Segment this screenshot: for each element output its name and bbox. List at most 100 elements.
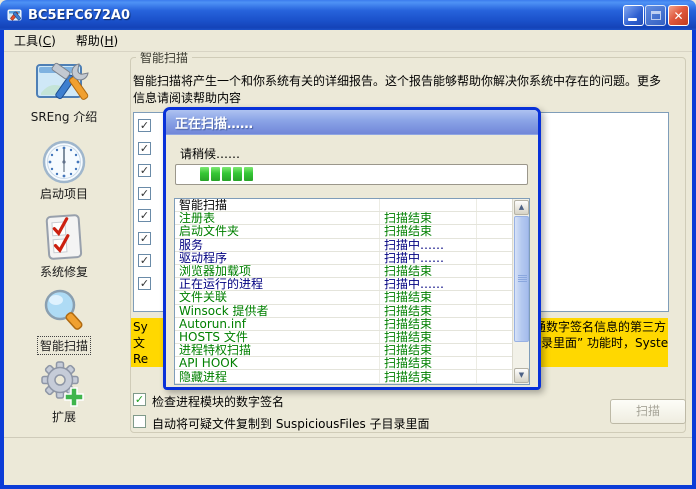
scan-item-name: HOSTS 文件 [179, 330, 248, 343]
scan-option-checkbox[interactable]: ✓ [138, 209, 151, 222]
scan-item-status: 扫描结束 [379, 291, 476, 304]
scan-row[interactable]: 浏览器加载项 扫描结束 [175, 264, 512, 279]
scan-button[interactable]: 扫描 [610, 399, 686, 424]
scan-option-checkbox[interactable]: ✓ [138, 119, 151, 132]
scan-item-name: 智能扫描 [179, 199, 228, 212]
scan-item-name: 注册表 [179, 212, 216, 225]
scan-item-extra-cell [476, 344, 512, 357]
sidebar-label-sreng-intro: SREng 介绍 [30, 110, 98, 124]
scan-item-extra-cell [476, 317, 512, 330]
scan-row[interactable]: 驱动程序 扫描中…… [175, 251, 512, 265]
scroll-up-button[interactable]: ▲ [514, 200, 529, 215]
dialog-title: 正在扫描…… [175, 116, 254, 132]
scan-row[interactable]: HOSTS 文件 扫描结束 [175, 330, 512, 345]
copy-suspicious-checkbox-label: 自动将可疑文件复制到 SuspiciousFiles 子目录里面 [152, 417, 430, 431]
sidebar-item-smart-scan[interactable]: 智能扫描 [4, 288, 124, 355]
scanning-dialog: 正在扫描…… 请稍候…… 智能扫描 注册表 扫描结束 启动文件夹 扫描结束 服务 扫描中……… [163, 107, 541, 390]
scan-row[interactable]: 服务 扫描中…… [175, 238, 512, 252]
scan-item-status: 扫描结束 [379, 357, 476, 370]
dialog-title-bar[interactable]: 正在扫描…… [166, 110, 538, 135]
scan-row[interactable]: 注册表 扫描结束 [175, 212, 512, 226]
scan-item-status: 扫描中…… [379, 251, 476, 264]
scan-list-scrollbar[interactable]: ▲ ▼ [512, 199, 529, 384]
scan-item-extra-cell [476, 330, 512, 344]
scan-item-name: 浏览器加载项 [179, 265, 252, 278]
sidebar-item-sreng-intro[interactable]: SREng 介绍 [4, 58, 124, 125]
sidebar-item-extensions[interactable]: 扩展 [4, 360, 124, 425]
dialog-body: 请稍候…… 智能扫描 注册表 扫描结束 启动文件夹 扫描结束 服务 扫描中…… 驱动程序 扫描中… [166, 135, 538, 387]
scan-row[interactable]: Autorun.inf 扫描结束 [175, 317, 512, 331]
sidebar-item-startup[interactable]: 启动项目 [4, 139, 124, 202]
scan-item-name: 文件关联 [179, 291, 228, 304]
sidebar-label-startup: 启动项目 [39, 187, 88, 201]
tools-window-icon [36, 62, 89, 100]
window-title: BC5EFC672A0 [28, 7, 131, 23]
copy-suspicious-checkbox[interactable] [133, 415, 146, 428]
menu-tools[interactable]: 工具(C) [4, 30, 66, 51]
scan-item-name: 启动文件夹 [179, 225, 240, 238]
window-border-right [692, 30, 696, 489]
scan-item-extra-cell [476, 212, 512, 225]
scan-item-name: Autorun.inf [179, 317, 246, 330]
scan-option-checkbox[interactable]: ✓ [138, 254, 151, 267]
scan-item-extra-cell [476, 238, 512, 251]
scan-row[interactable]: 正在运行的进程 扫描中…… [175, 278, 512, 292]
scroll-down-button[interactable]: ▼ [514, 368, 529, 383]
signature-checkbox-label: 检查进程模块的数字签名 [152, 395, 285, 409]
scan-item-name: API HOOK [179, 357, 238, 370]
scan-item-status: 扫描中…… [379, 238, 476, 251]
scan-item-extra-cell [476, 370, 512, 383]
menu-help[interactable]: 帮助(H) [66, 30, 128, 51]
scan-status-list[interactable]: 智能扫描 注册表 扫描结束 启动文件夹 扫描结束 服务 扫描中…… 驱动程序 扫描中…… 浏览器加… [174, 198, 530, 385]
scan-item-name: 服务 [179, 238, 204, 251]
scan-item-status: 扫描结束 [379, 317, 476, 330]
scan-option-checkbox[interactable]: ✓ [138, 186, 151, 200]
close-button[interactable]: ✕ [668, 5, 689, 26]
scan-item-status: 扫描结束 [379, 330, 476, 344]
scan-item-status: 扫描结束 [379, 304, 476, 317]
maximize-button[interactable] [645, 5, 666, 26]
progress-block [233, 167, 242, 181]
menu-bar: 工具(C) 帮助(H) [4, 30, 692, 52]
maximize-icon [650, 11, 661, 20]
scan-row[interactable]: 隐藏进程 扫描结束 [175, 370, 512, 384]
scan-item-extra-cell [476, 251, 512, 264]
signature-checkbox[interactable]: ✓ [133, 393, 146, 406]
scan-item-extra-cell [476, 357, 512, 370]
scan-row[interactable]: 启动文件夹 扫描结束 [175, 225, 512, 239]
scan-row[interactable]: 进程特权扫描 扫描结束 [175, 344, 512, 358]
sidebar-item-system-repair[interactable]: 系统修复 [4, 213, 124, 280]
checklist-icon [45, 214, 83, 260]
title-bar[interactable]: BC5EFC672A0 ✕ [0, 0, 696, 30]
scan-item-extra-cell [476, 278, 512, 291]
scan-row[interactable]: 文件关联 扫描结束 [175, 291, 512, 305]
scan-option-checkbox[interactable]: ✓ [138, 276, 151, 290]
sidebar-label-extensions: 扩展 [51, 410, 76, 424]
scan-item-name: 进程特权扫描 [179, 344, 252, 357]
progress-block [211, 167, 220, 181]
scan-item-name: 驱动程序 [179, 251, 228, 264]
scrollbar-thumb[interactable] [514, 216, 529, 342]
scan-option-checkbox[interactable]: ✓ [138, 141, 151, 155]
scan-row[interactable]: 智能扫描 [175, 199, 512, 213]
scan-row[interactable]: API HOOK 扫描结束 [175, 357, 512, 371]
app-icon [7, 7, 23, 23]
scan-item-name: 正在运行的进程 [179, 278, 264, 291]
scan-option-checkbox[interactable]: ✓ [138, 164, 151, 177]
scan-item-status: 扫描结束 [379, 212, 476, 225]
gear-plus-icon [41, 361, 84, 407]
scan-item-status: 扫描中…… [379, 278, 476, 291]
window-border-bottom [0, 485, 696, 489]
scan-list-rows: 智能扫描 注册表 扫描结束 启动文件夹 扫描结束 服务 扫描中…… 驱动程序 扫描中…… 浏览器加… [175, 199, 512, 384]
scan-item-extra-cell [476, 264, 512, 278]
scan-item-extra-cell [476, 304, 512, 317]
scan-item-extra-cell [476, 199, 512, 212]
smart-scan-description: 智能扫描将产生一个和你系统有关的详细报告。这个报告能够帮助你解决你系统中存在的问… [133, 74, 662, 105]
minimize-button[interactable] [623, 5, 644, 26]
scan-item-name: Winsock 提供者 [179, 304, 269, 317]
app-window: BC5EFC672A0 ✕ 工具(C) 帮助(H) SREng 介绍 启动项目 … [0, 0, 696, 489]
status-bar: Windows XP Professional Service Pack 2 (… [4, 437, 692, 485]
scan-option-checkbox[interactable]: ✓ [138, 231, 151, 245]
scan-row[interactable]: Winsock 提供者 扫描结束 [175, 304, 512, 318]
scan-item-extra-cell [476, 225, 512, 238]
